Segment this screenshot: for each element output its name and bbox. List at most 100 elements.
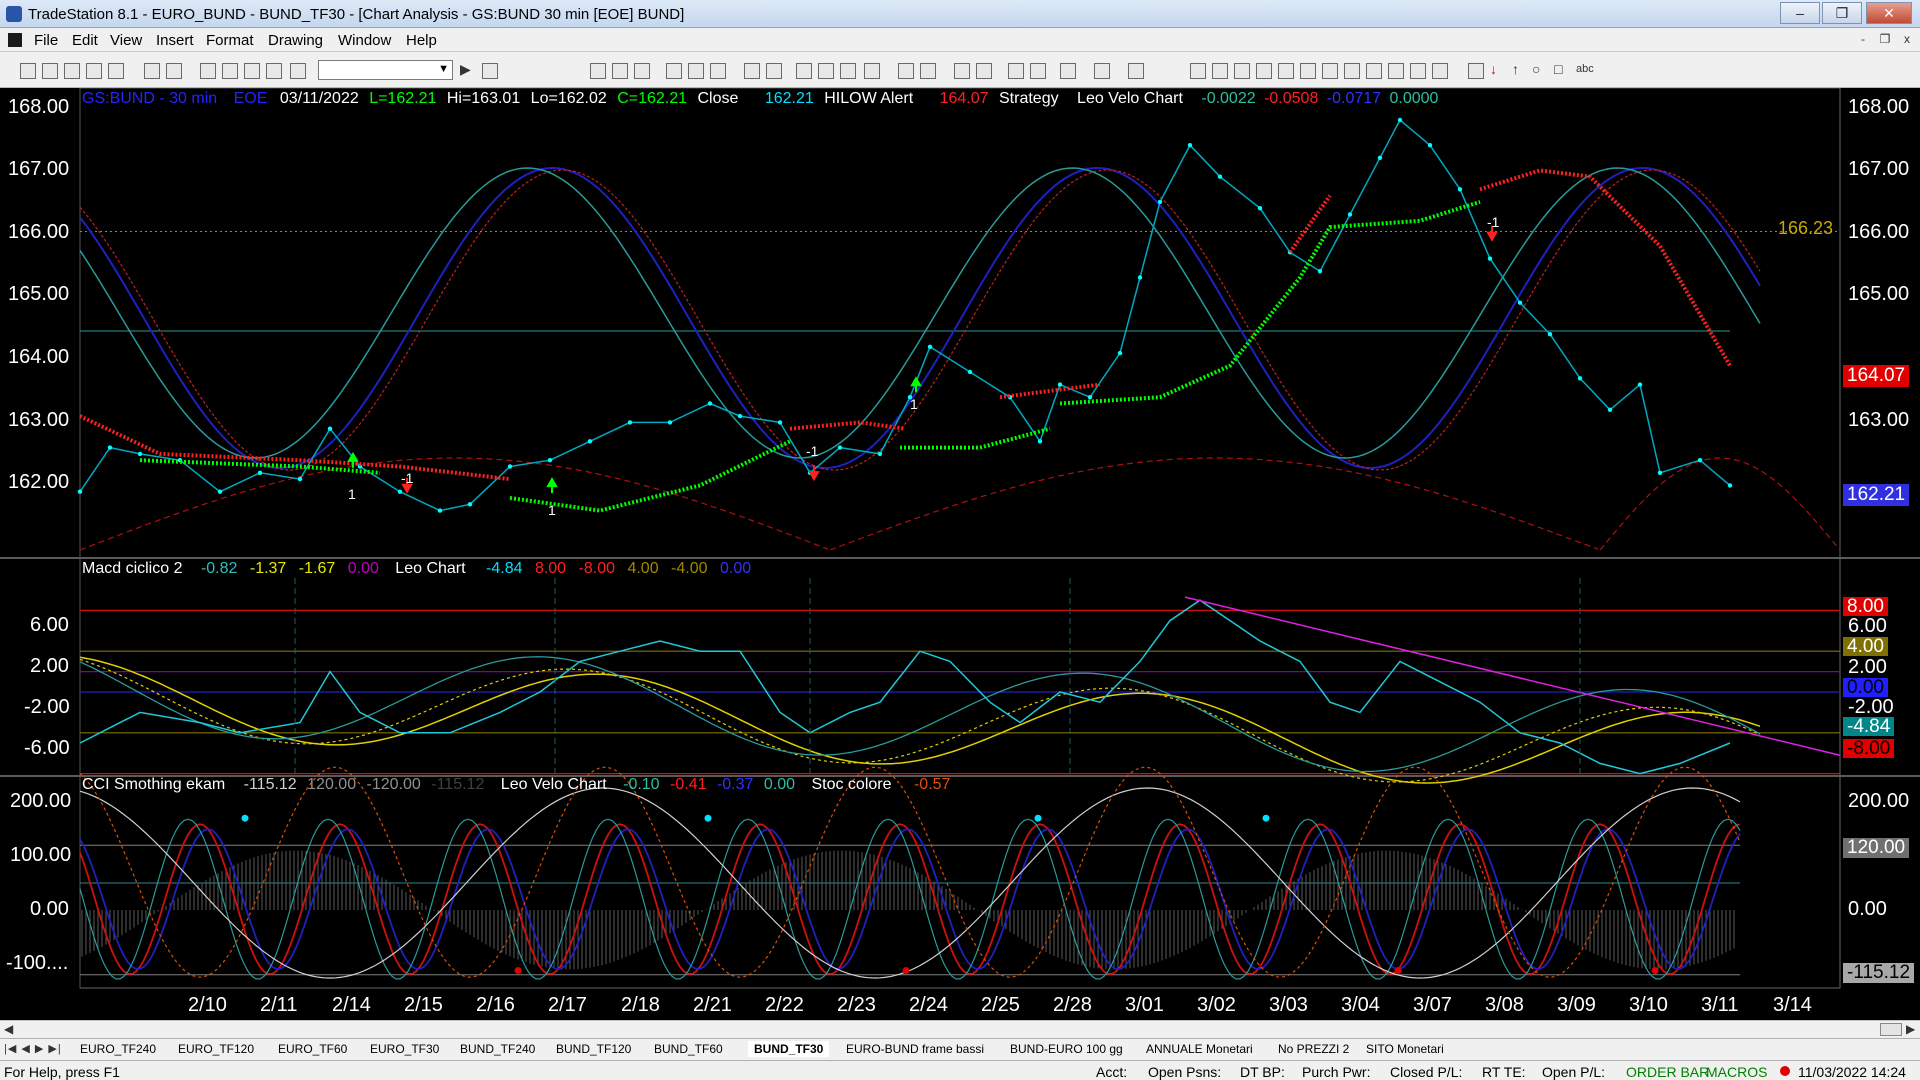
workspace-tab[interactable]: EURO_TF30 <box>364 1041 445 1057</box>
workspace-tab[interactable]: BUND_TF60 <box>648 1041 729 1057</box>
mdi-restore-button[interactable]: ❐ <box>1874 31 1896 49</box>
menu-edit[interactable]: Edit <box>72 32 98 49</box>
scroll-right-icon[interactable]: ▶ <box>1906 1022 1915 1036</box>
cycle-lines-icon[interactable] <box>1366 63 1382 79</box>
open-icon[interactable] <box>42 63 58 79</box>
symbol-input[interactable]: ▼ <box>318 60 453 80</box>
menu-file[interactable]: File <box>34 32 58 49</box>
insert-icon[interactable] <box>796 63 812 79</box>
menu-insert[interactable]: Insert <box>156 32 194 49</box>
down-arrow-icon[interactable]: ↓ <box>1490 61 1497 77</box>
horizontal-scrollbar[interactable]: ◀ ▶ <box>0 1020 1920 1038</box>
chart-icon[interactable] <box>590 63 606 79</box>
scanner-icon[interactable] <box>666 63 682 79</box>
indicator-icon[interactable] <box>766 63 782 79</box>
document-icon[interactable] <box>8 33 22 47</box>
lock-icon[interactable] <box>244 63 260 79</box>
workspace-tab[interactable]: EURO-BUND frame bassi <box>840 1041 990 1057</box>
workspace-tab[interactable]: BUND_TF240 <box>454 1041 541 1057</box>
rectangle-icon[interactable]: □ <box>1554 61 1562 77</box>
mdi-close-button[interactable]: x <box>1896 31 1918 49</box>
close-button[interactable]: ✕ <box>1866 2 1912 24</box>
tools-icon[interactable] <box>1060 63 1076 79</box>
macd-value-2: -1.37 <box>249 560 287 577</box>
save-icon[interactable] <box>64 63 80 79</box>
new-icon[interactable] <box>20 63 36 79</box>
cci-right-0: 0.00 <box>1848 898 1887 920</box>
scroll-thumb[interactable] <box>1880 1023 1902 1036</box>
zoom-in-icon[interactable] <box>954 63 970 79</box>
curve-icon[interactable] <box>1468 63 1484 79</box>
go-arrow-icon[interactable]: ▶ <box>460 61 471 78</box>
andrews-icon[interactable] <box>1388 63 1404 79</box>
arc-icon[interactable] <box>1410 63 1426 79</box>
alert-icon[interactable] <box>1094 63 1110 79</box>
scroll-icon[interactable] <box>898 63 914 79</box>
workspace-tab[interactable]: No PREZZI 2 <box>1272 1041 1355 1057</box>
session-icon[interactable] <box>864 63 880 79</box>
menu-window[interactable]: Window <box>338 32 391 49</box>
window-icon[interactable] <box>222 63 238 79</box>
format-icon[interactable] <box>688 63 704 79</box>
compress-icon[interactable] <box>920 63 936 79</box>
vertical-lines-icon[interactable] <box>1212 63 1228 79</box>
regression-icon[interactable] <box>1344 63 1360 79</box>
workspace-tab[interactable]: ANNUALE Monetari <box>1140 1041 1259 1057</box>
workspace-tab[interactable]: BUND_TF120 <box>550 1041 637 1057</box>
strategy-icon[interactable] <box>744 63 760 79</box>
gann-icon[interactable] <box>1300 63 1316 79</box>
tab-nav-icon[interactable]: |◀ ◀ ▶ ▶| <box>4 1042 62 1055</box>
bars-icon[interactable] <box>818 63 834 79</box>
workspace-tabs: |◀ ◀ ▶ ▶| EURO_TF240 EURO_TF120 EURO_TF60 E… <box>0 1038 1920 1060</box>
price-panel-title: GS:BUND - 30 min EOE 03/11/2022 L=162.21… <box>82 90 1438 108</box>
scroll-left-icon[interactable]: ◀ <box>4 1022 13 1036</box>
workspace-tab[interactable]: EURO_TF240 <box>74 1041 162 1057</box>
macros-button[interactable]: MACROS <box>1706 1064 1767 1080</box>
order-bar-button[interactable]: ORDER BAR <box>1626 1064 1709 1080</box>
menu-format[interactable]: Format <box>206 32 254 49</box>
speed-lines-icon[interactable] <box>1322 63 1338 79</box>
eraser-icon[interactable] <box>1128 63 1144 79</box>
pointer-icon[interactable] <box>1008 63 1024 79</box>
price-point <box>1087 395 1093 400</box>
find-icon[interactable] <box>482 63 498 79</box>
print-icon[interactable] <box>144 63 160 79</box>
print-preview-icon[interactable] <box>166 63 182 79</box>
workspace-tab[interactable]: EURO_TF60 <box>272 1041 353 1057</box>
chart-area[interactable]: GS:BUND - 30 min EOE 03/11/2022 L=162.21… <box>0 87 1920 1020</box>
zoom-out-icon[interactable] <box>976 63 992 79</box>
workspace-tab[interactable]: BUND_TF30 <box>748 1041 830 1057</box>
link-icon[interactable] <box>710 63 726 79</box>
minimize-button[interactable]: – <box>1780 2 1820 24</box>
analysis-icon[interactable] <box>840 63 856 79</box>
globe-icon[interactable] <box>290 63 306 79</box>
quote-icon[interactable] <box>612 63 628 79</box>
copy-icon[interactable] <box>108 63 124 79</box>
matrix-icon[interactable] <box>634 63 650 79</box>
date-label: 03/11/2022 <box>279 90 359 107</box>
layout-icon[interactable] <box>200 63 216 79</box>
restore-button[interactable]: ❐ <box>1822 2 1862 24</box>
circle-icon[interactable]: ○ <box>1532 61 1540 77</box>
channel-icon[interactable] <box>1278 63 1294 79</box>
workspace-tab[interactable]: BUND-EURO 100 gg <box>1004 1041 1129 1057</box>
mdi-minimize-button[interactable]: - <box>1852 31 1874 49</box>
workspace-icon[interactable] <box>266 63 282 79</box>
workspace-tab[interactable]: SITO Monetari <box>1360 1041 1450 1057</box>
workspace-tab[interactable]: EURO_TF120 <box>172 1041 260 1057</box>
trendline-icon[interactable] <box>1190 63 1206 79</box>
horizontal-lines-icon[interactable] <box>1234 63 1250 79</box>
menu-view[interactable]: View <box>110 32 142 49</box>
cut-icon[interactable] <box>86 63 102 79</box>
chart-canvas[interactable] <box>0 87 1920 1020</box>
text-tool-icon[interactable]: abc <box>1576 63 1594 75</box>
chevron-down-icon[interactable]: ▼ <box>438 63 449 75</box>
price-point <box>257 470 263 475</box>
menu-help[interactable]: Help <box>406 32 437 49</box>
menu-drawing[interactable]: Drawing <box>268 32 323 49</box>
fibonacci-icon[interactable] <box>1256 63 1272 79</box>
cci-tick-0: 0.00 <box>30 898 69 920</box>
up-arrow-icon[interactable]: ↑ <box>1512 61 1519 77</box>
hand-icon[interactable] <box>1030 63 1046 79</box>
pencil-icon[interactable] <box>1432 63 1448 79</box>
